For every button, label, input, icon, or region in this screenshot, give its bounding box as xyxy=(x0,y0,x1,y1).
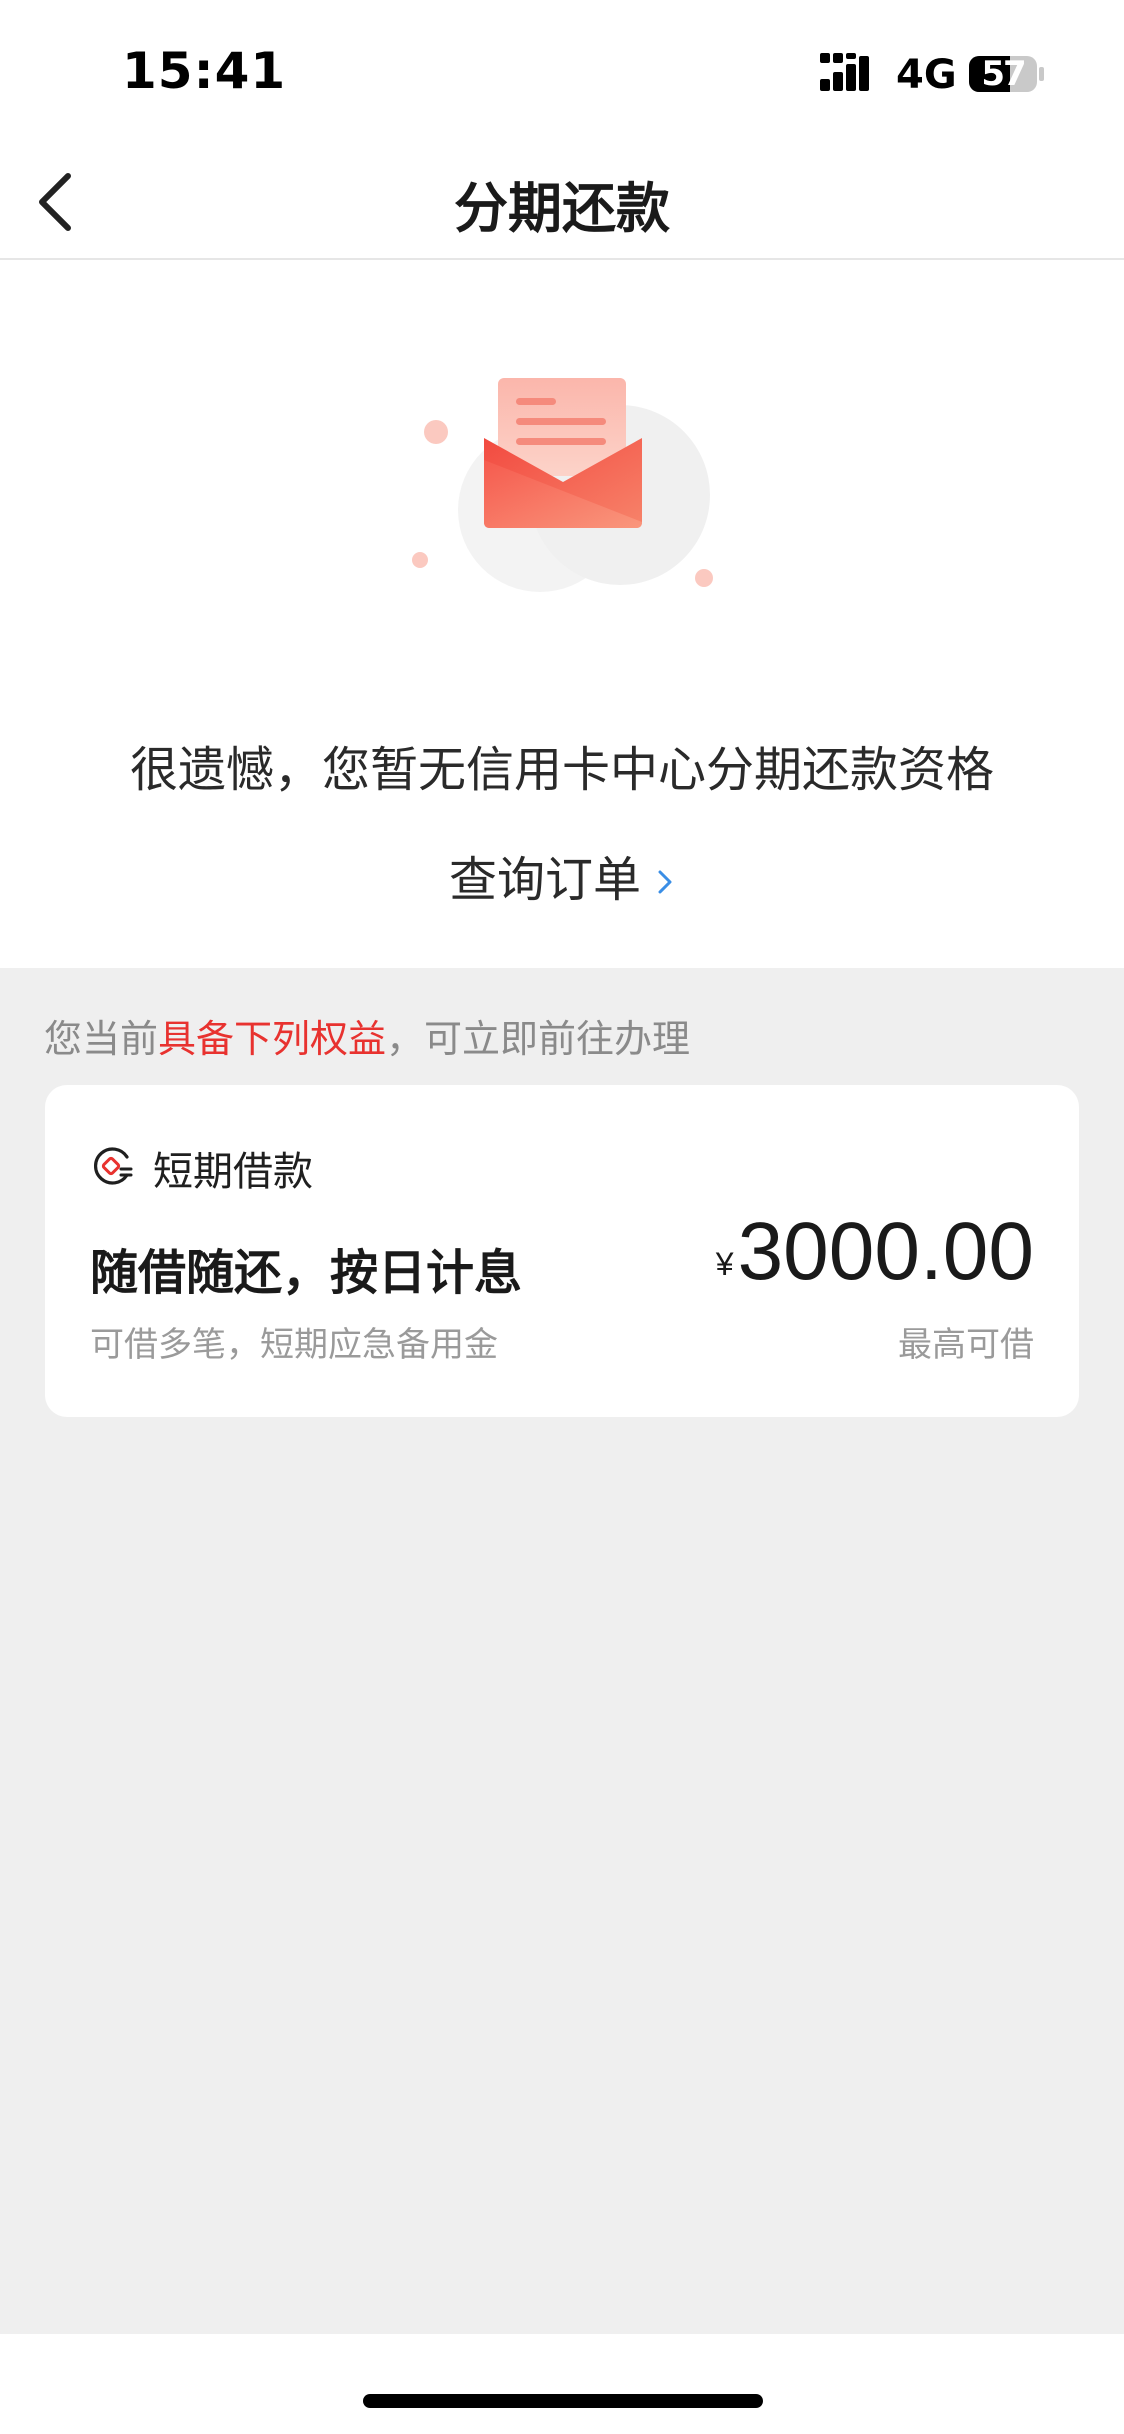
query-order-link[interactable]: 查询订单 xyxy=(0,840,1124,910)
chevron-right-icon xyxy=(658,870,672,894)
loan-headline: 随借随还，按日计息 xyxy=(90,1245,523,1301)
benefits-highlight: 具备下列权益 xyxy=(158,1017,387,1061)
loan-product-name: 短期借款 xyxy=(153,1149,313,1195)
benefits-heading: 您当前具备下列权益，可立即前往办理 xyxy=(44,1008,690,1063)
bottom-safe-area xyxy=(0,2334,1124,2434)
currency-symbol: ¥ xyxy=(715,1246,734,1282)
page-title: 分期还款 xyxy=(454,177,670,240)
status-time: 15:41 xyxy=(122,42,287,100)
home-indicator[interactable] xyxy=(363,2394,763,2408)
benefits-prefix: 您当前 xyxy=(44,1017,159,1061)
query-order-label: 查询订单 xyxy=(448,852,641,908)
signal-icon xyxy=(820,53,869,91)
nav-bar: 分期还款 xyxy=(0,140,1124,260)
short-term-loan-card[interactable]: 短期借款 随借随还，按日计息 可借多笔，短期应急备用金 ¥3000.00 最高可… xyxy=(45,1085,1079,1417)
battery-level: 57 xyxy=(981,54,1026,94)
benefits-suffix: ，可立即前往办理 xyxy=(386,1017,691,1061)
loan-subtext: 可借多笔，短期应急备用金 xyxy=(90,1325,498,1365)
loan-max-amount: ¥3000.00 xyxy=(716,1205,1034,1299)
loan-amount-value: 3000.00 xyxy=(737,1206,1034,1297)
empty-message: 很遗憾，您暂无信用卡中心分期还款资格 xyxy=(129,742,994,798)
network-type: 4G xyxy=(896,52,957,98)
envelope-icon xyxy=(412,378,713,592)
loan-amount-label: 最高可借 xyxy=(898,1325,1034,1365)
empty-state-section: 很遗憾，您暂无信用卡中心分期还款资格 查询订单 xyxy=(0,260,1124,968)
status-bar: 15:41 4G 57 xyxy=(0,0,1124,140)
coin-icon xyxy=(93,1147,133,1185)
